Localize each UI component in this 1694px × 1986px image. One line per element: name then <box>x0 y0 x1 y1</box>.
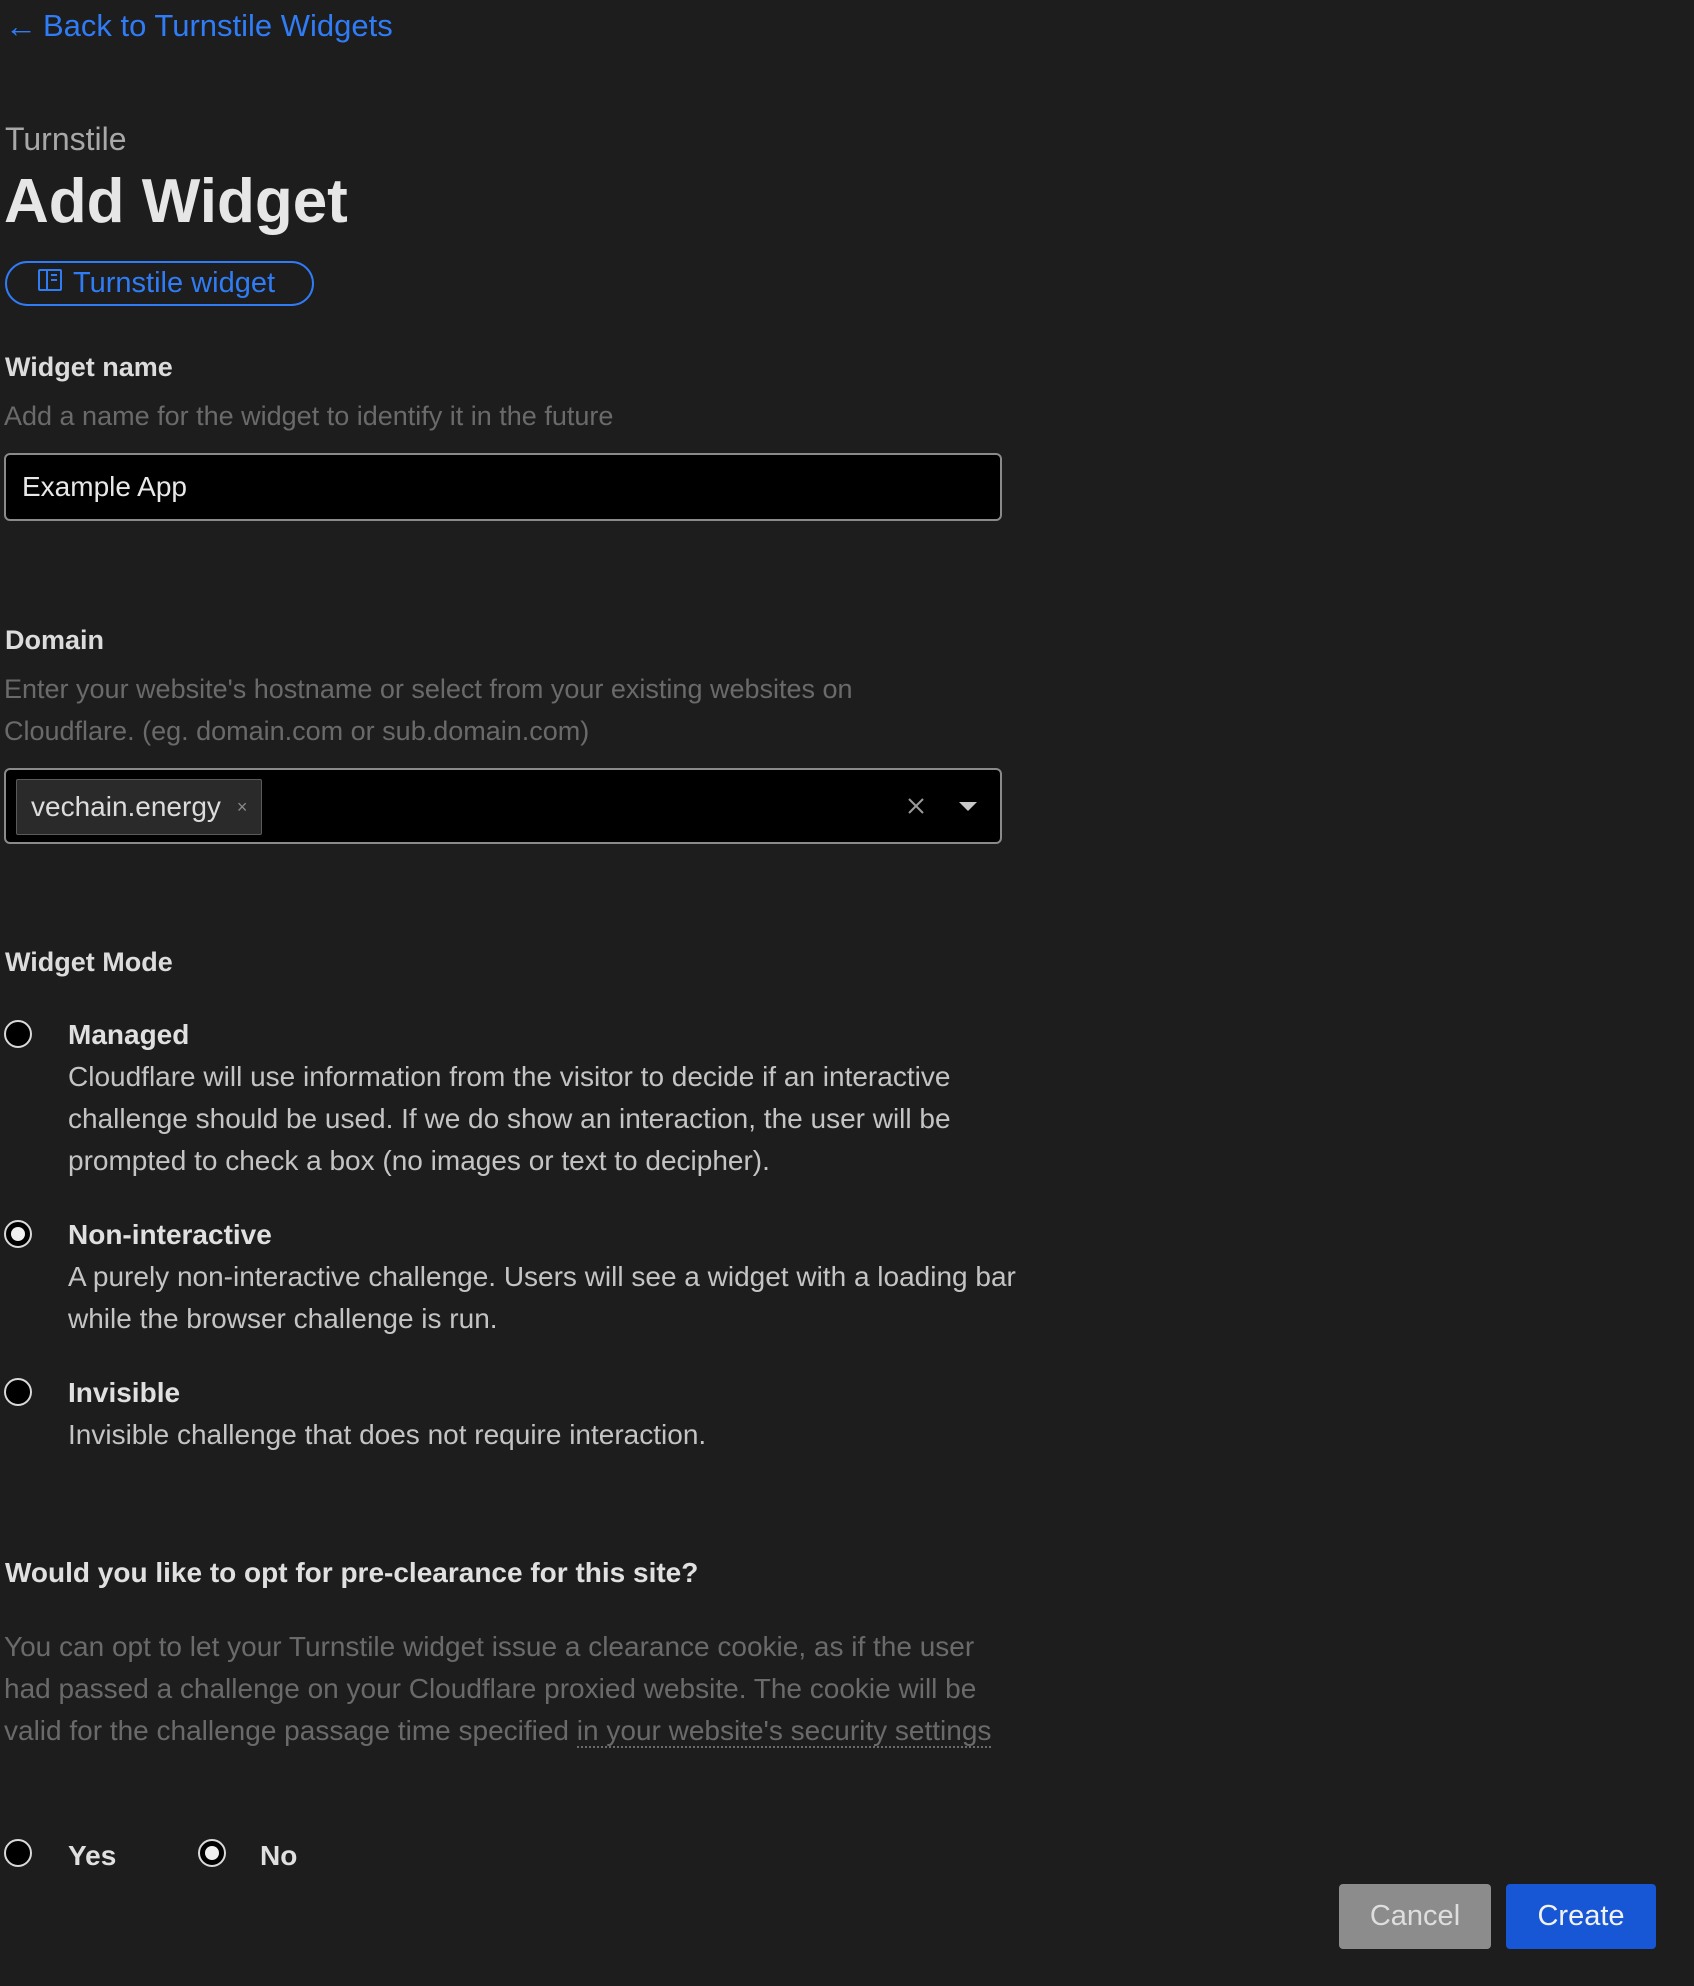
product-name: Turnstile <box>5 121 127 157</box>
widget-name-hint: Add a name for the widget to identify it… <box>4 401 614 431</box>
widget-name-input[interactable] <box>4 453 1002 521</box>
domain-hint: Enter your website's hostname or select … <box>4 674 853 746</box>
domain-select[interactable]: vechain.energy × <box>4 768 1002 844</box>
preclearance-description: You can opt to let your Turnstile widget… <box>4 1626 1004 1752</box>
option-managed-title: Managed <box>68 1019 190 1050</box>
option-invisible-title: Invisible <box>68 1377 181 1408</box>
domain-chip: vechain.energy × <box>16 779 263 835</box>
create-button[interactable]: Create <box>1506 1884 1656 1949</box>
back-link[interactable]: ← Back to Turnstile Widgets <box>5 8 393 44</box>
domain-label: Domain <box>5 625 105 655</box>
preclearance-yes-label: Yes <box>68 1840 117 1871</box>
radio-preclearance-yes[interactable] <box>4 1839 32 1867</box>
domain-chip-label: vechain.energy <box>31 791 221 822</box>
docs-link-pill[interactable]: Turnstile widget <box>5 261 314 306</box>
option-invisible-description: Invisible challenge that does not requir… <box>68 1419 707 1450</box>
option-non-interactive-title: Non-interactive <box>68 1219 272 1250</box>
preclearance-question: Would you like to opt for pre-clearance … <box>5 1557 699 1588</box>
widget-name-label: Widget name <box>5 352 173 382</box>
security-settings-link[interactable]: in your website's security settings <box>576 1715 992 1748</box>
caret-down-icon[interactable] <box>950 788 986 824</box>
option-managed-description: Cloudflare will use information from the… <box>68 1061 951 1176</box>
chip-remove-icon[interactable]: × <box>237 797 248 818</box>
cancel-button[interactable]: Cancel <box>1339 1884 1491 1949</box>
add-widget-page: ← Back to Turnstile Widgets Turnstile Ad… <box>0 0 1694 1986</box>
radio-invisible[interactable] <box>4 1378 32 1406</box>
radio-managed[interactable] <box>4 1020 32 1048</box>
page-title: Add Widget <box>4 167 348 236</box>
close-icon[interactable] <box>898 788 934 824</box>
preclearance-no-label: No <box>260 1840 298 1871</box>
option-non-interactive-description: A purely non-interactive challenge. User… <box>68 1261 1016 1334</box>
widget-mode-label: Widget Mode <box>5 947 173 977</box>
arrow-left-icon: ← <box>5 8 37 44</box>
book-icon <box>37 267 63 301</box>
radio-non-interactive[interactable] <box>4 1220 32 1248</box>
docs-link-label: Turnstile widget <box>73 267 276 299</box>
radio-preclearance-no[interactable] <box>198 1839 226 1867</box>
back-link-label: Back to Turnstile Widgets <box>43 8 393 43</box>
